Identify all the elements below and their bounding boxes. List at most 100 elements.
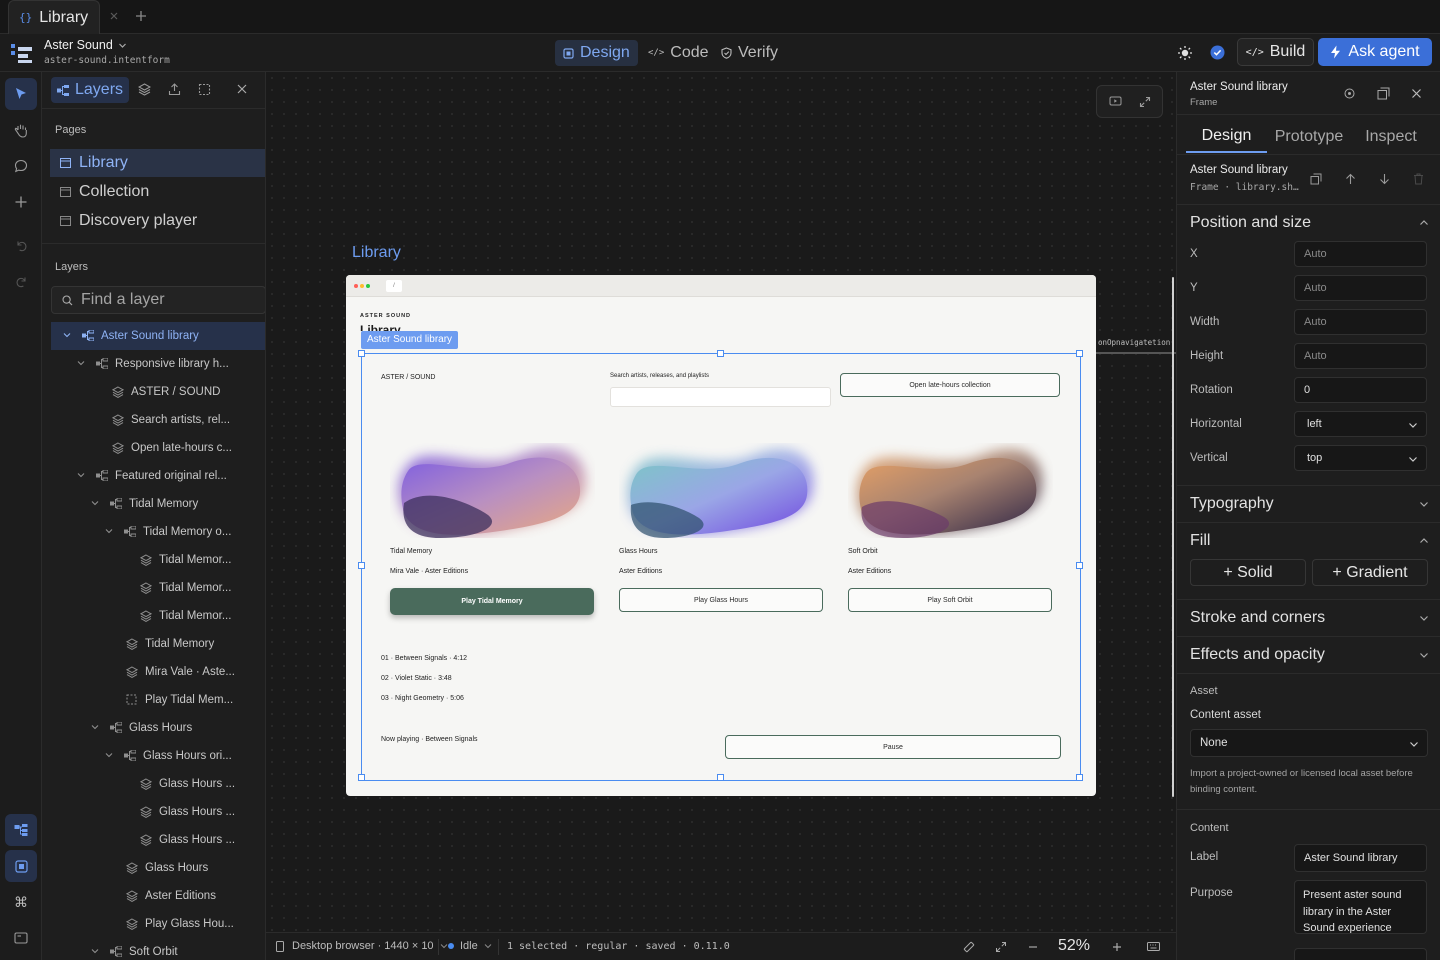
chevron-down-icon[interactable] [104,526,116,538]
chevron-down-icon[interactable] [62,330,74,342]
popout-icon[interactable] [1377,87,1390,100]
width-input[interactable]: Auto [1294,309,1427,335]
resize-handle[interactable] [1076,350,1083,357]
layers-panel-icon[interactable] [5,814,37,846]
label-input[interactable]: Aster Sound library [1294,844,1427,872]
layer-row[interactable]: Featured original rel... [42,462,265,490]
y-input[interactable]: Auto [1294,275,1427,301]
resize-handle[interactable] [358,562,365,569]
fit-icon[interactable] [995,941,1007,953]
chevron-down-icon[interactable] [76,358,88,370]
resize-handle[interactable] [358,774,365,781]
undo-icon[interactable] [5,230,37,262]
stack-icon[interactable] [138,83,151,96]
canvas-scroll-indicator[interactable] [1172,277,1174,797]
layer-row[interactable]: Aster Editions [42,882,265,910]
target-icon[interactable] [1343,87,1356,100]
comment-tool-icon[interactable] [5,150,37,182]
trash-icon[interactable] [1403,164,1433,194]
page-item-discovery-player[interactable]: Discovery player [50,207,265,235]
layer-row[interactable]: Tidal Memory [42,490,265,518]
effects-section[interactable]: Effects and opacity [1177,636,1440,672]
chevron-down-icon[interactable] [104,750,116,762]
resize-handle[interactable] [358,350,365,357]
typography-section[interactable]: Typography [1177,485,1440,521]
new-tab-icon[interactable] [134,9,148,23]
position-size-section[interactable]: Position and size [1177,204,1440,240]
add-gradient-fill-button[interactable]: + Gradient [1312,559,1428,586]
keyboard-icon[interactable] [1147,941,1160,952]
chevron-down-icon[interactable] [90,946,102,958]
mode-code[interactable]: </> Code [640,40,717,66]
next-field-input[interactable] [1294,948,1427,960]
zoom-out-icon[interactable] [1027,941,1039,953]
ask-agent-button[interactable]: Ask agent [1318,38,1432,66]
resize-handle[interactable] [717,350,724,357]
move-down-icon[interactable] [1369,164,1399,194]
hand-tool-icon[interactable] [5,114,37,146]
fill-section[interactable]: Fill [1177,522,1440,558]
layer-row[interactable]: Play Tidal Mem... [42,686,265,714]
page-item-collection[interactable]: Collection [50,178,265,206]
layer-row[interactable]: Responsive library h... [42,350,265,378]
layer-row[interactable]: Tidal Memory [42,630,265,658]
design-canvas[interactable]: Library / ASTER SOUND Library ASTER / SO… [266,72,1176,932]
layer-row[interactable]: Glass Hours ori... [42,742,265,770]
layer-row[interactable]: Glass Hours ... [42,770,265,798]
layer-row[interactable]: Glass Hours [42,714,265,742]
layer-row[interactable]: Glass Hours ... [42,798,265,826]
prototype-connector[interactable] [1096,352,1176,354]
x-input[interactable]: Auto [1294,241,1427,267]
chevron-down-icon[interactable] [76,470,88,482]
add-solid-fill-button[interactable]: + Solid [1190,559,1306,586]
duplicate-icon[interactable] [1301,164,1331,194]
close-panel-icon[interactable] [236,83,248,95]
height-input[interactable]: Auto [1294,343,1427,369]
layer-row[interactable]: Soft Orbit [42,938,265,960]
layer-row[interactable]: Mira Vale · Aste... [42,658,265,686]
export-icon[interactable] [168,83,181,96]
preview-icon[interactable] [5,922,37,954]
layer-row[interactable]: Glass Hours ... [42,826,265,854]
layer-row[interactable]: Tidal Memor... [42,602,265,630]
resize-handle[interactable] [1076,562,1083,569]
resize-handle[interactable] [717,774,724,781]
tab-library[interactable]: {} Library [8,0,100,34]
page-item-library[interactable]: Library [50,149,265,177]
tab-design[interactable]: Design [1186,120,1267,153]
layer-row[interactable]: Tidal Memor... [42,546,265,574]
layer-row[interactable]: Search artists, rel... [42,406,265,434]
ruler-icon[interactable] [963,941,975,953]
layer-row[interactable]: ASTER / SOUND [42,378,265,406]
command-icon[interactable]: ⌘ [5,886,37,918]
layers-tab[interactable]: Layers [51,77,129,103]
vertical-select[interactable]: top [1294,445,1427,471]
layer-row[interactable]: Tidal Memory o... [42,518,265,546]
layer-row[interactable]: Aster Sound library [51,322,265,350]
layer-row[interactable]: Glass Hours [42,854,265,882]
expand-icon[interactable] [1139,96,1151,108]
layer-row[interactable]: Play Glass Hou... [42,910,265,938]
chevron-down-icon[interactable] [90,498,102,510]
frame-title-label[interactable]: Library [352,244,401,262]
layer-search-field[interactable]: Find a layer [51,286,265,314]
content-asset-select[interactable]: None [1190,729,1428,757]
build-button[interactable]: </> Build [1237,38,1314,66]
rotation-input[interactable]: 0 [1294,377,1427,403]
add-tool-icon[interactable] [5,186,37,218]
chevron-down-icon[interactable] [90,722,102,734]
stroke-section[interactable]: Stroke and corners [1177,599,1440,635]
resize-handle[interactable] [1076,774,1083,781]
horizontal-select[interactable]: left [1294,411,1427,437]
move-up-icon[interactable] [1335,164,1365,194]
tab-inspect[interactable]: Inspect [1353,120,1429,153]
select-tool-icon[interactable] [5,78,37,110]
design-panel-icon[interactable] [5,850,37,882]
sun-icon[interactable] [1177,45,1193,61]
layer-row[interactable]: Tidal Memor... [42,574,265,602]
redo-icon[interactable] [5,266,37,298]
mode-verify[interactable]: Verify [713,40,786,66]
state-selector[interactable]: Idle [448,940,492,952]
library-frame[interactable]: / ASTER SOUND Library ASTER / SOUND Sear… [346,275,1096,796]
close-tab-icon[interactable] [108,10,120,22]
